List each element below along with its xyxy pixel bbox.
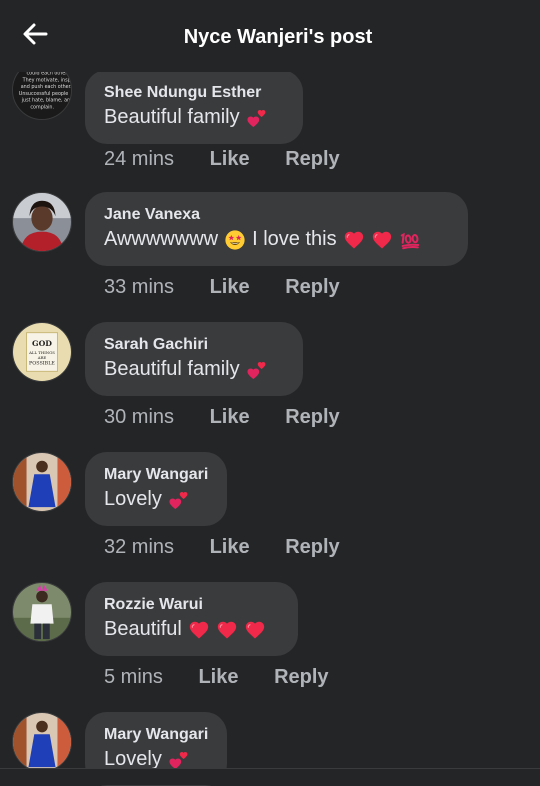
comment-text-content: Lovely <box>104 488 162 510</box>
red-heart-icon <box>216 619 238 641</box>
svg-text:GOD: GOD <box>32 339 52 348</box>
comment-bubble: Jane Vanexa Awwwwwww I love this <box>85 192 468 266</box>
like-button[interactable]: Like <box>210 536 250 559</box>
comment-bubble: Shee Ndungu Esther Beautiful family <box>85 70 303 144</box>
avatar[interactable] <box>12 712 72 772</box>
reply-button[interactable]: Reply <box>285 406 339 429</box>
like-button[interactable]: Like <box>210 148 250 171</box>
comment-actions: 32 mins Like Reply <box>104 536 340 559</box>
comment-text: Awwwwwww I love this <box>104 228 421 251</box>
hundred-points-icon <box>399 229 421 251</box>
avatar[interactable] <box>12 452 72 512</box>
red-heart-icon <box>244 619 266 641</box>
comment-text: Beautiful family <box>104 358 268 381</box>
comment-text: Beautiful <box>104 618 266 641</box>
comment-text-content: Beautiful <box>104 618 182 640</box>
svg-text:Unsuccessful people: Unsuccessful people <box>19 91 69 97</box>
svg-text:POSSIBLE: POSSIBLE <box>29 361 55 367</box>
comment-text-content: Beautiful family <box>104 358 240 380</box>
comment-text-continued: I love this <box>252 228 337 250</box>
comment-composer-bar <box>0 768 540 785</box>
like-button[interactable]: Like <box>210 406 250 429</box>
two-hearts-icon <box>246 107 268 129</box>
comment-author[interactable]: Mary Wangari <box>104 466 208 484</box>
comment-author[interactable]: Sarah Gachiri <box>104 336 208 354</box>
reply-button[interactable]: Reply <box>274 666 328 689</box>
comment-text: Lovely <box>104 488 190 511</box>
comment-bubble: Sarah Gachiri Beautiful family <box>85 322 303 396</box>
comment-actions: 24 mins Like Reply <box>104 148 340 171</box>
like-button[interactable]: Like <box>198 666 238 689</box>
star-struck-icon <box>224 229 246 251</box>
two-hearts-icon <box>168 489 190 511</box>
red-heart-icon <box>188 619 210 641</box>
svg-text:and push each other.: and push each other. <box>21 84 71 90</box>
comment-actions: 33 mins Like Reply <box>104 276 340 299</box>
svg-text:just hate, blame, and: just hate, blame, and <box>21 98 71 104</box>
two-hearts-icon <box>246 359 268 381</box>
comment-actions: 5 mins Like Reply <box>104 666 329 689</box>
page-title: Nyce Wanjeri's post <box>183 26 373 48</box>
comment-time: 24 mins <box>104 148 175 170</box>
comment-author[interactable]: Jane Vanexa <box>104 206 200 224</box>
comment-time: 33 mins <box>104 276 175 298</box>
reply-button[interactable]: Reply <box>285 536 339 559</box>
red-heart-icon <box>371 229 393 251</box>
comment-bubble: Mary Wangari Lovely <box>85 452 227 526</box>
comment-text-content: Beautiful family <box>104 106 240 128</box>
comment-author[interactable]: Shee Ndungu Esther <box>104 84 261 102</box>
comment-author[interactable]: Rozzie Warui <box>104 596 203 614</box>
comment-time: 30 mins <box>104 406 175 428</box>
comment-author[interactable]: Mary Wangari <box>104 726 208 744</box>
svg-text:ARE: ARE <box>37 355 47 360</box>
comment-text-content: Awwwwwww <box>104 228 219 250</box>
reply-button[interactable]: Reply <box>285 276 339 299</box>
svg-text:They motivate, inspire: They motivate, inspire <box>22 77 71 83</box>
red-heart-icon <box>343 229 365 251</box>
avatar[interactable] <box>12 192 72 252</box>
comment-time: 32 mins <box>104 536 175 558</box>
comment-bubble: Rozzie Warui Beautiful <box>85 582 298 656</box>
comment-time: 5 mins <box>104 666 163 688</box>
top-bar: Nyce Wanjeri's post <box>0 0 540 72</box>
comment-actions: 30 mins Like Reply <box>104 406 340 429</box>
like-button[interactable]: Like <box>210 276 250 299</box>
comment-text: Beautiful family <box>104 106 268 129</box>
svg-text:complain.: complain. <box>30 104 54 110</box>
reply-button[interactable]: Reply <box>285 148 339 171</box>
avatar[interactable]: GOD ALL THINGS ARE POSSIBLE <box>12 322 72 382</box>
avatar[interactable] <box>12 582 72 642</box>
